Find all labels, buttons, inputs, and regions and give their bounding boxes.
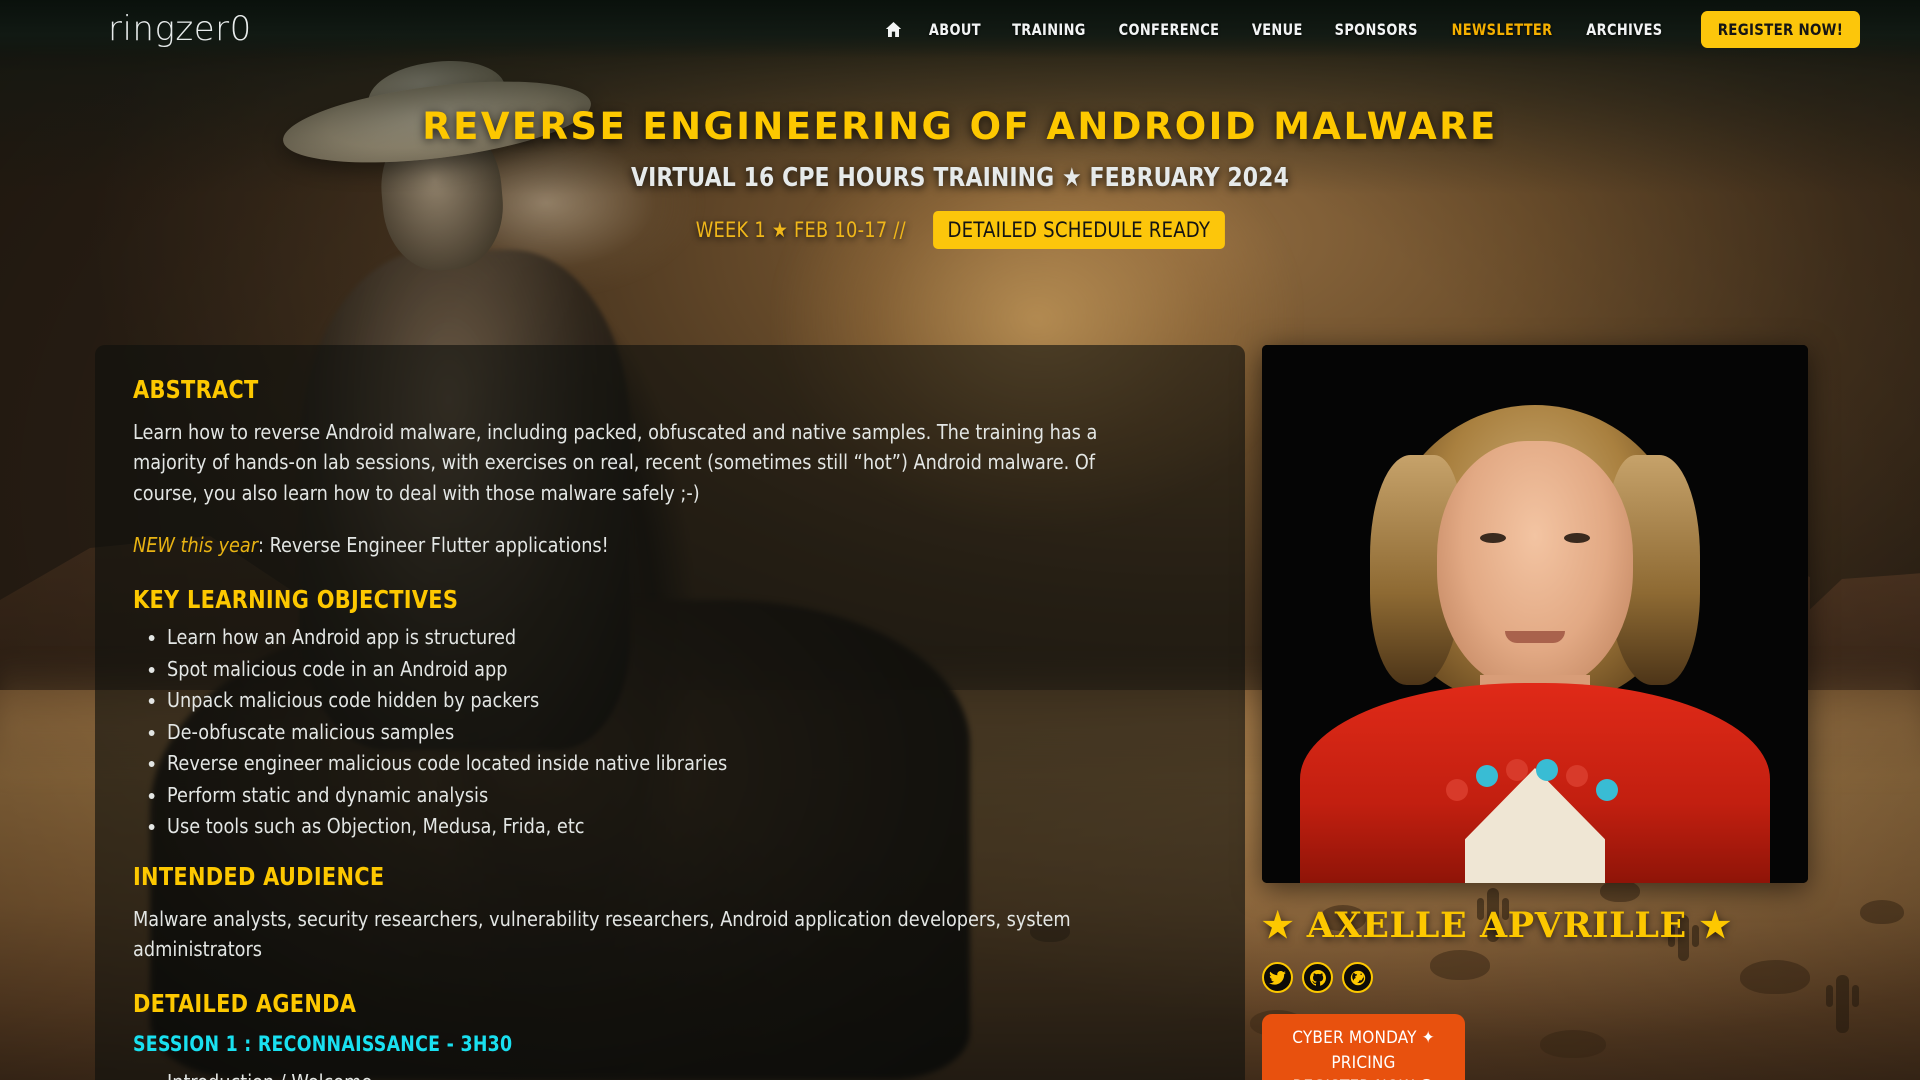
- photo-eye-right: [1564, 533, 1590, 543]
- hero-section: REVERSE ENGINEERING OF ANDROID MALWARE V…: [0, 105, 1920, 249]
- list-item: Reverse engineer malicious code located …: [167, 753, 1165, 774]
- list-item: De-obfuscate malicious samples: [167, 722, 1165, 743]
- twitter-icon: [1269, 970, 1286, 985]
- register-now-button[interactable]: REGISTER NOW!: [1701, 10, 1861, 48]
- main-nav: ABOUT TRAINING CONFERENCE VENUE SPONSORS…: [873, 10, 1866, 48]
- nav-item-newsletter[interactable]: NEWSLETTER: [1441, 20, 1563, 39]
- nav-item-venue[interactable]: VENUE: [1241, 20, 1313, 39]
- new-this-year-line: NEW this year: Reverse Engineer Flutter …: [133, 530, 1164, 560]
- abstract-panel: ABSTRACT Learn how to reverse Android ma…: [95, 345, 1245, 1080]
- nav-item-conference[interactable]: CONFERENCE: [1108, 20, 1230, 39]
- necklace-bead: [1566, 765, 1588, 787]
- agenda-heading: DETAILED AGENDA: [133, 989, 357, 1019]
- nav-item-about[interactable]: ABOUT: [918, 20, 992, 39]
- objectives-heading: KEY LEARNING OBJECTIVES: [133, 585, 459, 615]
- top-navigation-bar: ringzer0 ABOUT TRAINING CONFERENCE VENUE…: [0, 0, 1920, 58]
- session-1-list: Introduction / Welcome Contents of Andro…: [167, 1072, 1207, 1080]
- photo-face: [1437, 441, 1633, 691]
- list-item: Unpack malicious code hidden by packers: [167, 690, 1165, 711]
- necklace-bead: [1506, 759, 1528, 781]
- list-item: Use tools such as Objection, Medusa, Fri…: [167, 816, 1165, 837]
- cta-line-2-wrap: REGISTER NOW: [1262, 1075, 1465, 1080]
- detailed-schedule-button[interactable]: DETAILED SCHEDULE READY: [933, 211, 1225, 249]
- github-icon: [1309, 969, 1326, 986]
- photo-mouth: [1505, 631, 1565, 643]
- list-item: Introduction / Welcome: [167, 1072, 1165, 1080]
- globe-icon: [1350, 970, 1366, 986]
- session-1-title: SESSION 1 : RECONNAISSANCE - 3H30: [133, 1032, 513, 1057]
- cta-line-1: CYBER MONDAY ✦ PRICING: [1292, 1028, 1435, 1073]
- nav-item-sponsors[interactable]: SPONSORS: [1324, 20, 1429, 39]
- hero-schedule-row: WEEK 1 ★ FEB 10-17 // DETAILED SCHEDULE …: [0, 211, 1920, 249]
- necklace-bead: [1596, 779, 1618, 801]
- github-link[interactable]: [1302, 962, 1333, 993]
- new-this-year-text: : Reverse Engineer Flutter applications!: [257, 532, 609, 557]
- objectives-list: Learn how an Android app is structured S…: [167, 627, 1207, 837]
- audience-text: Malware analysts, security researchers, …: [133, 906, 1071, 962]
- nav-item-training[interactable]: TRAINING: [1001, 20, 1096, 39]
- necklace-bead: [1476, 765, 1498, 787]
- website-link[interactable]: [1342, 962, 1373, 993]
- photo-necklace: [1440, 759, 1630, 805]
- photo-eye-left: [1480, 533, 1506, 543]
- nav-home-link[interactable]: [875, 21, 912, 37]
- list-item: Learn how an Android app is structured: [167, 627, 1165, 648]
- speaker-social-links: [1262, 962, 1862, 993]
- new-this-year-label: NEW this year: [133, 532, 258, 557]
- abstract-heading: ABSTRACT: [133, 375, 259, 404]
- home-icon: [885, 21, 901, 37]
- list-item: Perform static and dynamic analysis: [167, 785, 1165, 806]
- speaker-name: ★ AXELLE APVRILLE ★: [1262, 905, 1732, 946]
- cyber-monday-register-button[interactable]: CYBER MONDAY ✦ PRICING REGISTER NOW: [1262, 1014, 1465, 1080]
- audience-heading: INTENDED AUDIENCE: [133, 861, 385, 891]
- necklace-bead: [1446, 779, 1468, 801]
- necklace-bead: [1536, 759, 1558, 781]
- hero-week-label: WEEK 1 ★ FEB 10-17 //: [696, 218, 907, 242]
- list-item: Spot malicious code in an Android app: [167, 659, 1165, 680]
- hero-subtitle: VIRTUAL 16 CPE HOURS TRAINING ★ FEBRUARY…: [631, 163, 1289, 193]
- nav-item-archives[interactable]: ARCHIVES: [1576, 20, 1674, 39]
- twitter-link[interactable]: [1262, 962, 1293, 993]
- speaker-photo: [1262, 345, 1808, 883]
- page-root: ringzer0 ABOUT TRAINING CONFERENCE VENUE…: [0, 0, 1920, 1080]
- site-logo[interactable]: ringzer0: [108, 12, 252, 46]
- speaker-panel: ★ AXELLE APVRILLE ★ CYBER MONDAY ✦ PRICI…: [1262, 345, 1862, 1080]
- abstract-paragraph: Learn how to reverse Android malware, in…: [133, 420, 1098, 505]
- page-title: REVERSE ENGINEERING OF ANDROID MALWARE: [422, 105, 1498, 148]
